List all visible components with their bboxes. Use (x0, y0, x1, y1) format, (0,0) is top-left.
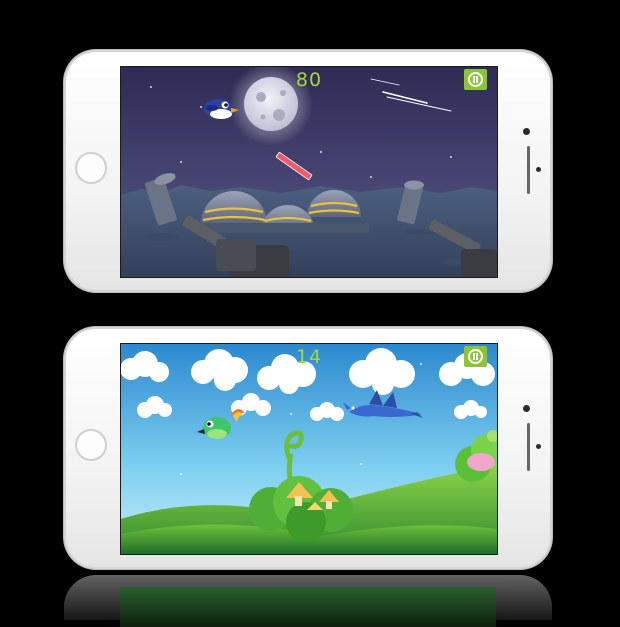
sky-scene (121, 344, 497, 554)
home-button[interactable] (75, 152, 107, 184)
camera-icon (523, 128, 530, 135)
phone-reflection (64, 575, 552, 627)
score-counter: 14 (295, 346, 323, 368)
phone-frame-bottom: 14 (64, 327, 552, 569)
score-counter: 80 (295, 69, 323, 91)
game-screen-sky[interactable]: 14 (120, 343, 498, 555)
reflection-screen (120, 587, 496, 627)
sensor-dot (536, 444, 541, 449)
phone-frame-top: 80 (64, 50, 552, 292)
pause-button[interactable] (464, 346, 487, 367)
sensor-dot (536, 167, 541, 172)
camera-icon (523, 405, 530, 412)
home-button[interactable] (75, 429, 107, 461)
speaker-grille (527, 146, 530, 194)
speaker-grille (527, 423, 530, 471)
pause-button[interactable] (464, 69, 487, 90)
space-scene (121, 67, 497, 277)
game-screen-space[interactable]: 80 (120, 66, 498, 278)
